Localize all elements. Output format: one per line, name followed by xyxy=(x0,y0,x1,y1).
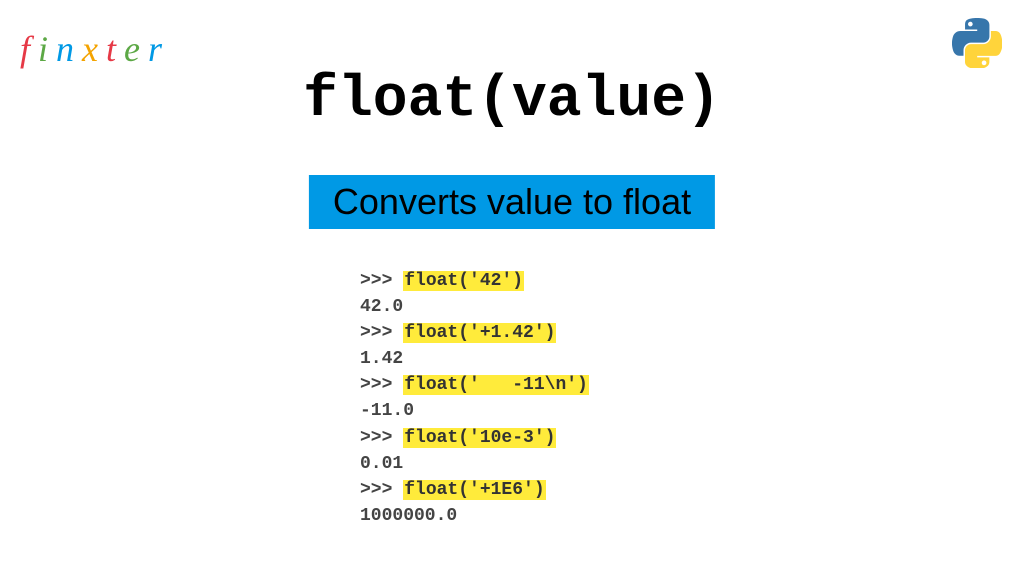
repl-prompt: >>> xyxy=(360,428,403,448)
repl-prompt: >>> xyxy=(360,323,403,343)
code-output: 0.01 xyxy=(360,451,589,477)
code-call: float(' -11\n') xyxy=(403,375,589,395)
finxter-logo: finxter xyxy=(20,28,170,70)
code-call: float('42') xyxy=(403,271,524,291)
code-call: float('+1E6') xyxy=(403,480,545,500)
code-line: >>> float(' -11\n') xyxy=(360,372,589,398)
code-call: float('+1.42') xyxy=(403,323,556,343)
python-logo-icon xyxy=(952,18,1002,68)
code-example-block: >>> float('42') 42.0 >>> float('+1.42') … xyxy=(360,268,589,529)
logo-letter: t xyxy=(106,29,124,69)
code-output: 42.0 xyxy=(360,294,589,320)
code-output: 1.42 xyxy=(360,346,589,372)
description-banner: Converts value to float xyxy=(309,175,715,229)
repl-prompt: >>> xyxy=(360,271,403,291)
logo-letter: i xyxy=(38,29,56,69)
logo-letter: r xyxy=(148,29,170,69)
code-line: >>> float('+1E6') xyxy=(360,477,589,503)
code-line: >>> float('10e-3') xyxy=(360,425,589,451)
code-call: float('10e-3') xyxy=(403,428,556,448)
code-output: 1000000.0 xyxy=(360,503,589,529)
page-title: float(value) xyxy=(303,68,721,133)
logo-letter: e xyxy=(124,29,148,69)
repl-prompt: >>> xyxy=(360,375,403,395)
code-output: -11.0 xyxy=(360,398,589,424)
logo-letter: x xyxy=(82,29,106,69)
code-line: >>> float('+1.42') xyxy=(360,320,589,346)
logo-letter: n xyxy=(56,29,82,69)
code-line: >>> float('42') xyxy=(360,268,589,294)
repl-prompt: >>> xyxy=(360,480,403,500)
logo-letter: f xyxy=(20,29,38,69)
